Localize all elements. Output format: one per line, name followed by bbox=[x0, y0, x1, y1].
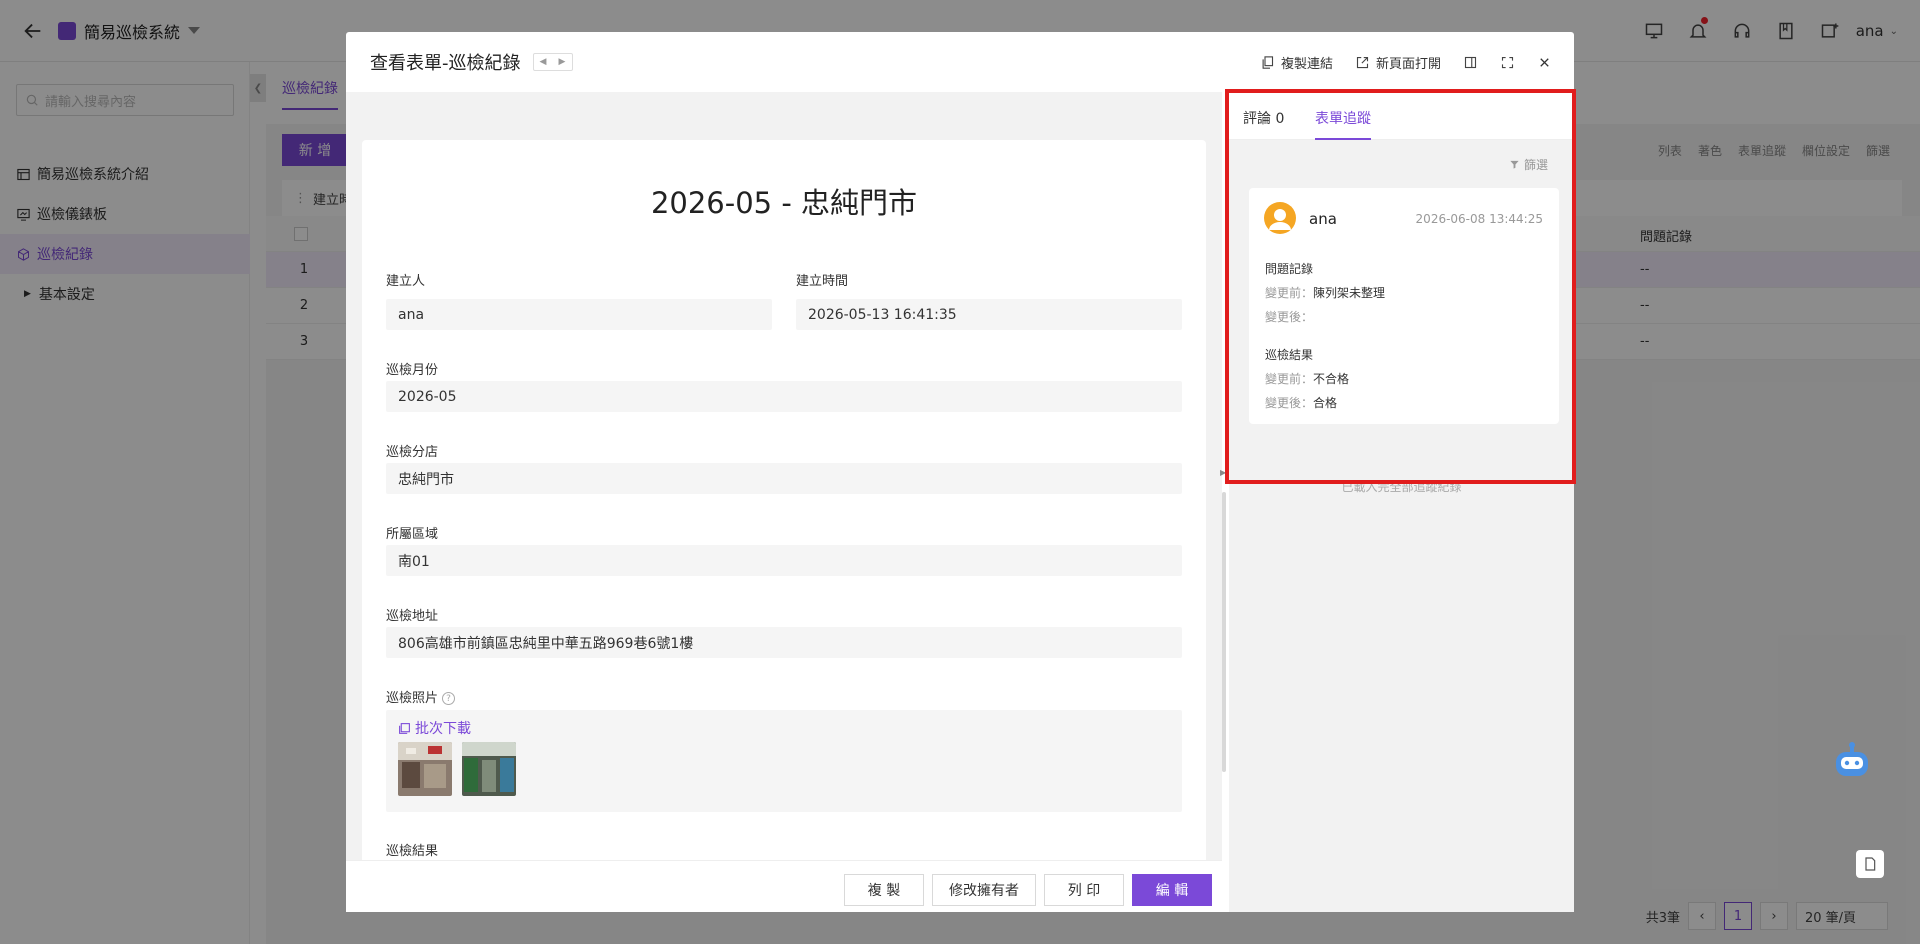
photo-thumbnail[interactable] bbox=[462, 742, 516, 796]
after-value: 合格 bbox=[1313, 396, 1338, 410]
view-form-modal: 查看表單-巡檢紀錄 ◀ ▶ 複製連結 新頁面打開 2026-05 - 忠純門市 … bbox=[346, 32, 1574, 912]
tracking-entry: ana 2026-06-08 13:44:25 問題記錄 變更前： 陳列架未整理… bbox=[1249, 188, 1559, 424]
month-field: 2026-05 bbox=[386, 381, 1182, 412]
modal-footer: 複 製 修改擁有者 列 印 編 輯 bbox=[346, 860, 1222, 912]
modal-actions: 複製連結 新頁面打開 bbox=[1260, 32, 1552, 92]
entry-time: 2026-06-08 13:44:25 bbox=[1415, 212, 1543, 226]
fullscreen-icon[interactable] bbox=[1500, 55, 1515, 70]
prev-record-icon[interactable]: ◀ bbox=[534, 54, 553, 70]
filter-label: 篩選 bbox=[1523, 158, 1548, 172]
result-label: 巡檢結果 bbox=[386, 844, 439, 859]
copy-link-label: 複製連結 bbox=[1280, 56, 1333, 72]
filter-icon bbox=[1510, 160, 1519, 169]
next-record-icon[interactable]: ▶ bbox=[553, 54, 572, 70]
tab-tracking[interactable]: 表單追蹤 bbox=[1315, 108, 1371, 140]
modal-header: 查看表單-巡檢紀錄 ◀ ▶ 複製連結 新頁面打開 bbox=[346, 32, 1574, 92]
copy-icon bbox=[1262, 55, 1274, 69]
panel-toggle-icon[interactable]: ▶ bbox=[1220, 468, 1226, 477]
address-label: 巡檢地址 bbox=[386, 609, 439, 624]
before-value: 陳列架未整理 bbox=[1313, 286, 1386, 300]
month-label: 巡檢月份 bbox=[386, 363, 439, 378]
field-name: 問題記錄 bbox=[1265, 262, 1314, 276]
photos-label: 巡檢照片 bbox=[386, 691, 439, 706]
document-icon[interactable] bbox=[1856, 850, 1884, 878]
branch-label: 巡檢分店 bbox=[386, 445, 439, 460]
images-icon bbox=[399, 722, 410, 734]
address-field: 806高雄市前鎮區忠純里中華五路969巷6號1樓 bbox=[386, 627, 1182, 658]
after-label: 變更後： bbox=[1265, 310, 1314, 324]
batch-download-label: 批次下載 bbox=[415, 721, 471, 737]
branch-field: 忠純門市 bbox=[386, 463, 1182, 494]
avatar bbox=[1264, 202, 1296, 234]
change-owner-button[interactable]: 修改擁有者 bbox=[932, 874, 1036, 906]
print-button[interactable]: 列 印 bbox=[1044, 874, 1124, 906]
open-new-label: 新頁面打開 bbox=[1375, 56, 1441, 72]
tracking-panel: 評論 0 表單追蹤 篩選 ana 2026-06-08 13:44:25 問題記… bbox=[1229, 92, 1574, 912]
copy-button[interactable]: 複 製 bbox=[844, 874, 924, 906]
form-area: 2026-05 - 忠純門市 建立人 ana 建立時間 2026-05-13 1… bbox=[346, 92, 1222, 912]
loaded-all-text: 已載入完全部追蹤紀錄 bbox=[1341, 480, 1462, 494]
photos-label-row: 巡檢照片? bbox=[386, 687, 456, 706]
created-time-field: 2026-05-13 16:41:35 bbox=[796, 299, 1182, 330]
robot-assistant-icon[interactable] bbox=[1830, 740, 1874, 784]
before-value: 不合格 bbox=[1313, 372, 1350, 386]
copy-link-button[interactable]: 複製連結 bbox=[1260, 53, 1333, 72]
created-time-label: 建立時間 bbox=[796, 274, 849, 289]
form-card: 2026-05 - 忠純門市 建立人 ana 建立時間 2026-05-13 1… bbox=[362, 140, 1206, 900]
before-label: 變更前： bbox=[1265, 286, 1314, 300]
form-heading: 2026-05 - 忠純門市 bbox=[650, 186, 918, 220]
tab-comments[interactable]: 評論 0 bbox=[1243, 108, 1284, 128]
field-name: 巡檢結果 bbox=[1265, 348, 1314, 362]
creator-field: ana bbox=[386, 299, 772, 330]
edit-button[interactable]: 編 輯 bbox=[1132, 874, 1212, 906]
side-panel-toggle-icon[interactable] bbox=[1463, 55, 1478, 70]
region-label: 所屬區域 bbox=[386, 527, 439, 542]
after-label: 變更後： bbox=[1265, 396, 1314, 410]
creator-label: 建立人 bbox=[386, 274, 426, 289]
open-new-page-button[interactable]: 新頁面打開 bbox=[1355, 53, 1441, 72]
filter-button[interactable]: 篩選 bbox=[1509, 156, 1548, 173]
help-icon[interactable]: ? bbox=[442, 692, 456, 705]
close-icon[interactable] bbox=[1537, 55, 1552, 70]
record-nav: ◀ ▶ bbox=[532, 53, 573, 71]
external-link-icon bbox=[1356, 56, 1369, 68]
region-field: 南01 bbox=[386, 545, 1182, 576]
before-label: 變更前： bbox=[1265, 372, 1314, 386]
batch-download-button[interactable]: 批次下載 bbox=[398, 718, 471, 738]
photos-field: 批次下載 bbox=[386, 710, 1182, 812]
form-scrollbar[interactable] bbox=[1222, 492, 1226, 772]
entry-user: ana bbox=[1309, 210, 1337, 228]
modal-title: 查看表單-巡檢紀錄 bbox=[370, 53, 521, 74]
panel-tabs: 評論 0 表單追蹤 bbox=[1229, 92, 1574, 140]
photo-thumbnail[interactable] bbox=[398, 742, 452, 796]
